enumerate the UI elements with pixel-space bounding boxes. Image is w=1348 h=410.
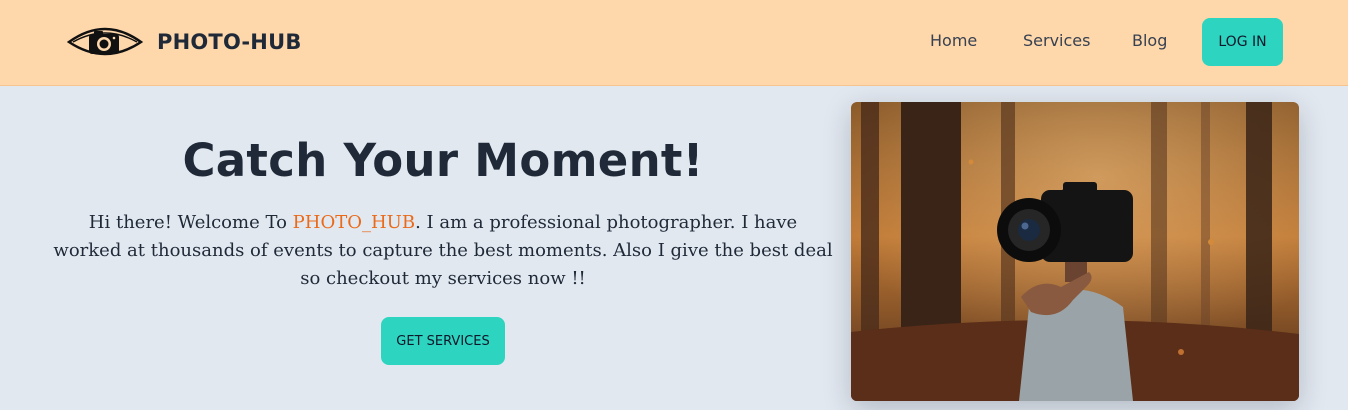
- get-services-button[interactable]: GET SERVICES: [381, 317, 505, 365]
- eye-camera-icon: [67, 22, 143, 62]
- hero-title: Catch Your Moment!: [182, 134, 704, 187]
- login-button[interactable]: LOG IN: [1202, 18, 1283, 66]
- nav-services[interactable]: Services: [1023, 31, 1090, 50]
- hero-text: Hi there! Welcome To PHOTO_HUB. I am a p…: [52, 209, 834, 293]
- hero-brand-highlight: PHOTO_HUB: [292, 212, 416, 233]
- nav-blog[interactable]: Blog: [1132, 31, 1167, 50]
- navbar: PHOTO-HUB Home Services Blog LOG IN: [0, 0, 1348, 86]
- photographer-photo: [851, 102, 1299, 401]
- nav-home[interactable]: Home: [930, 31, 977, 50]
- brand-name: PHOTO-HUB: [157, 30, 302, 54]
- hero-text-intro: Hi there! Welcome To: [88, 212, 293, 233]
- brand[interactable]: PHOTO-HUB: [67, 22, 302, 62]
